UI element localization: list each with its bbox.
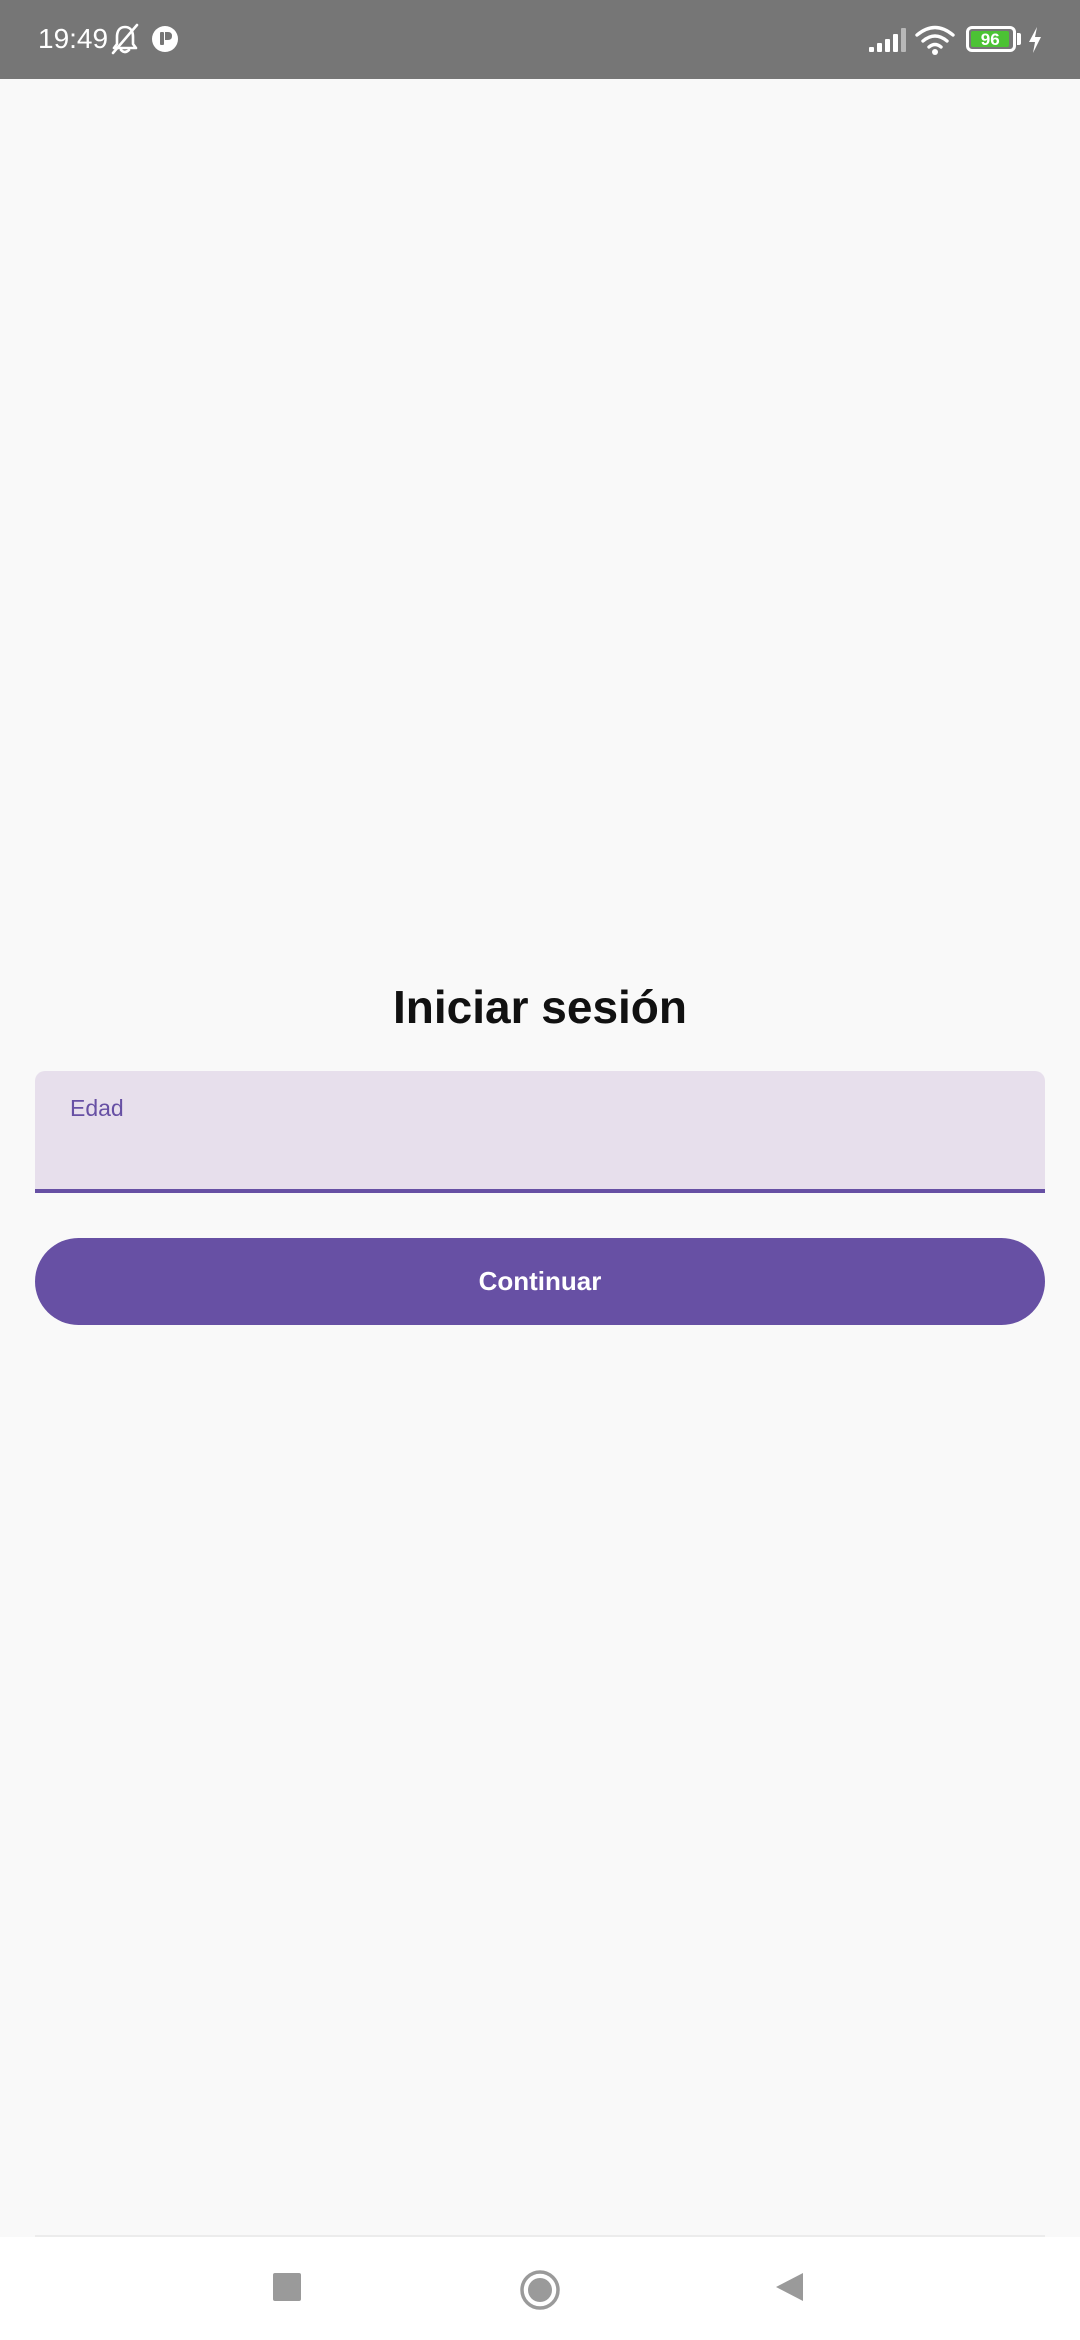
signal-icon	[869, 28, 906, 52]
continue-button[interactable]: Continuar	[35, 1238, 1045, 1325]
recents-icon[interactable]	[270, 2270, 304, 2304]
status-bar: 19:49 96	[0, 0, 1080, 79]
home-icon[interactable]	[518, 2268, 562, 2312]
bell-off-icon	[111, 23, 139, 55]
navigation-bar	[0, 2237, 1080, 2340]
wifi-icon	[915, 25, 955, 55]
back-icon[interactable]	[772, 2270, 806, 2304]
charging-icon	[1029, 27, 1041, 53]
app-notification-icon	[152, 26, 178, 52]
page-title: Iniciar sesión	[392, 981, 687, 1033]
status-time: 19:49	[38, 23, 109, 54]
battery-cap	[1017, 33, 1021, 45]
battery-icon: 96	[966, 26, 1016, 52]
battery-level-fill: 96	[971, 30, 1010, 49]
age-field-label: Edad	[70, 1095, 124, 1121]
battery-level-text: 96	[980, 30, 1000, 49]
age-field[interactable]: Edad	[35, 1071, 1045, 1193]
